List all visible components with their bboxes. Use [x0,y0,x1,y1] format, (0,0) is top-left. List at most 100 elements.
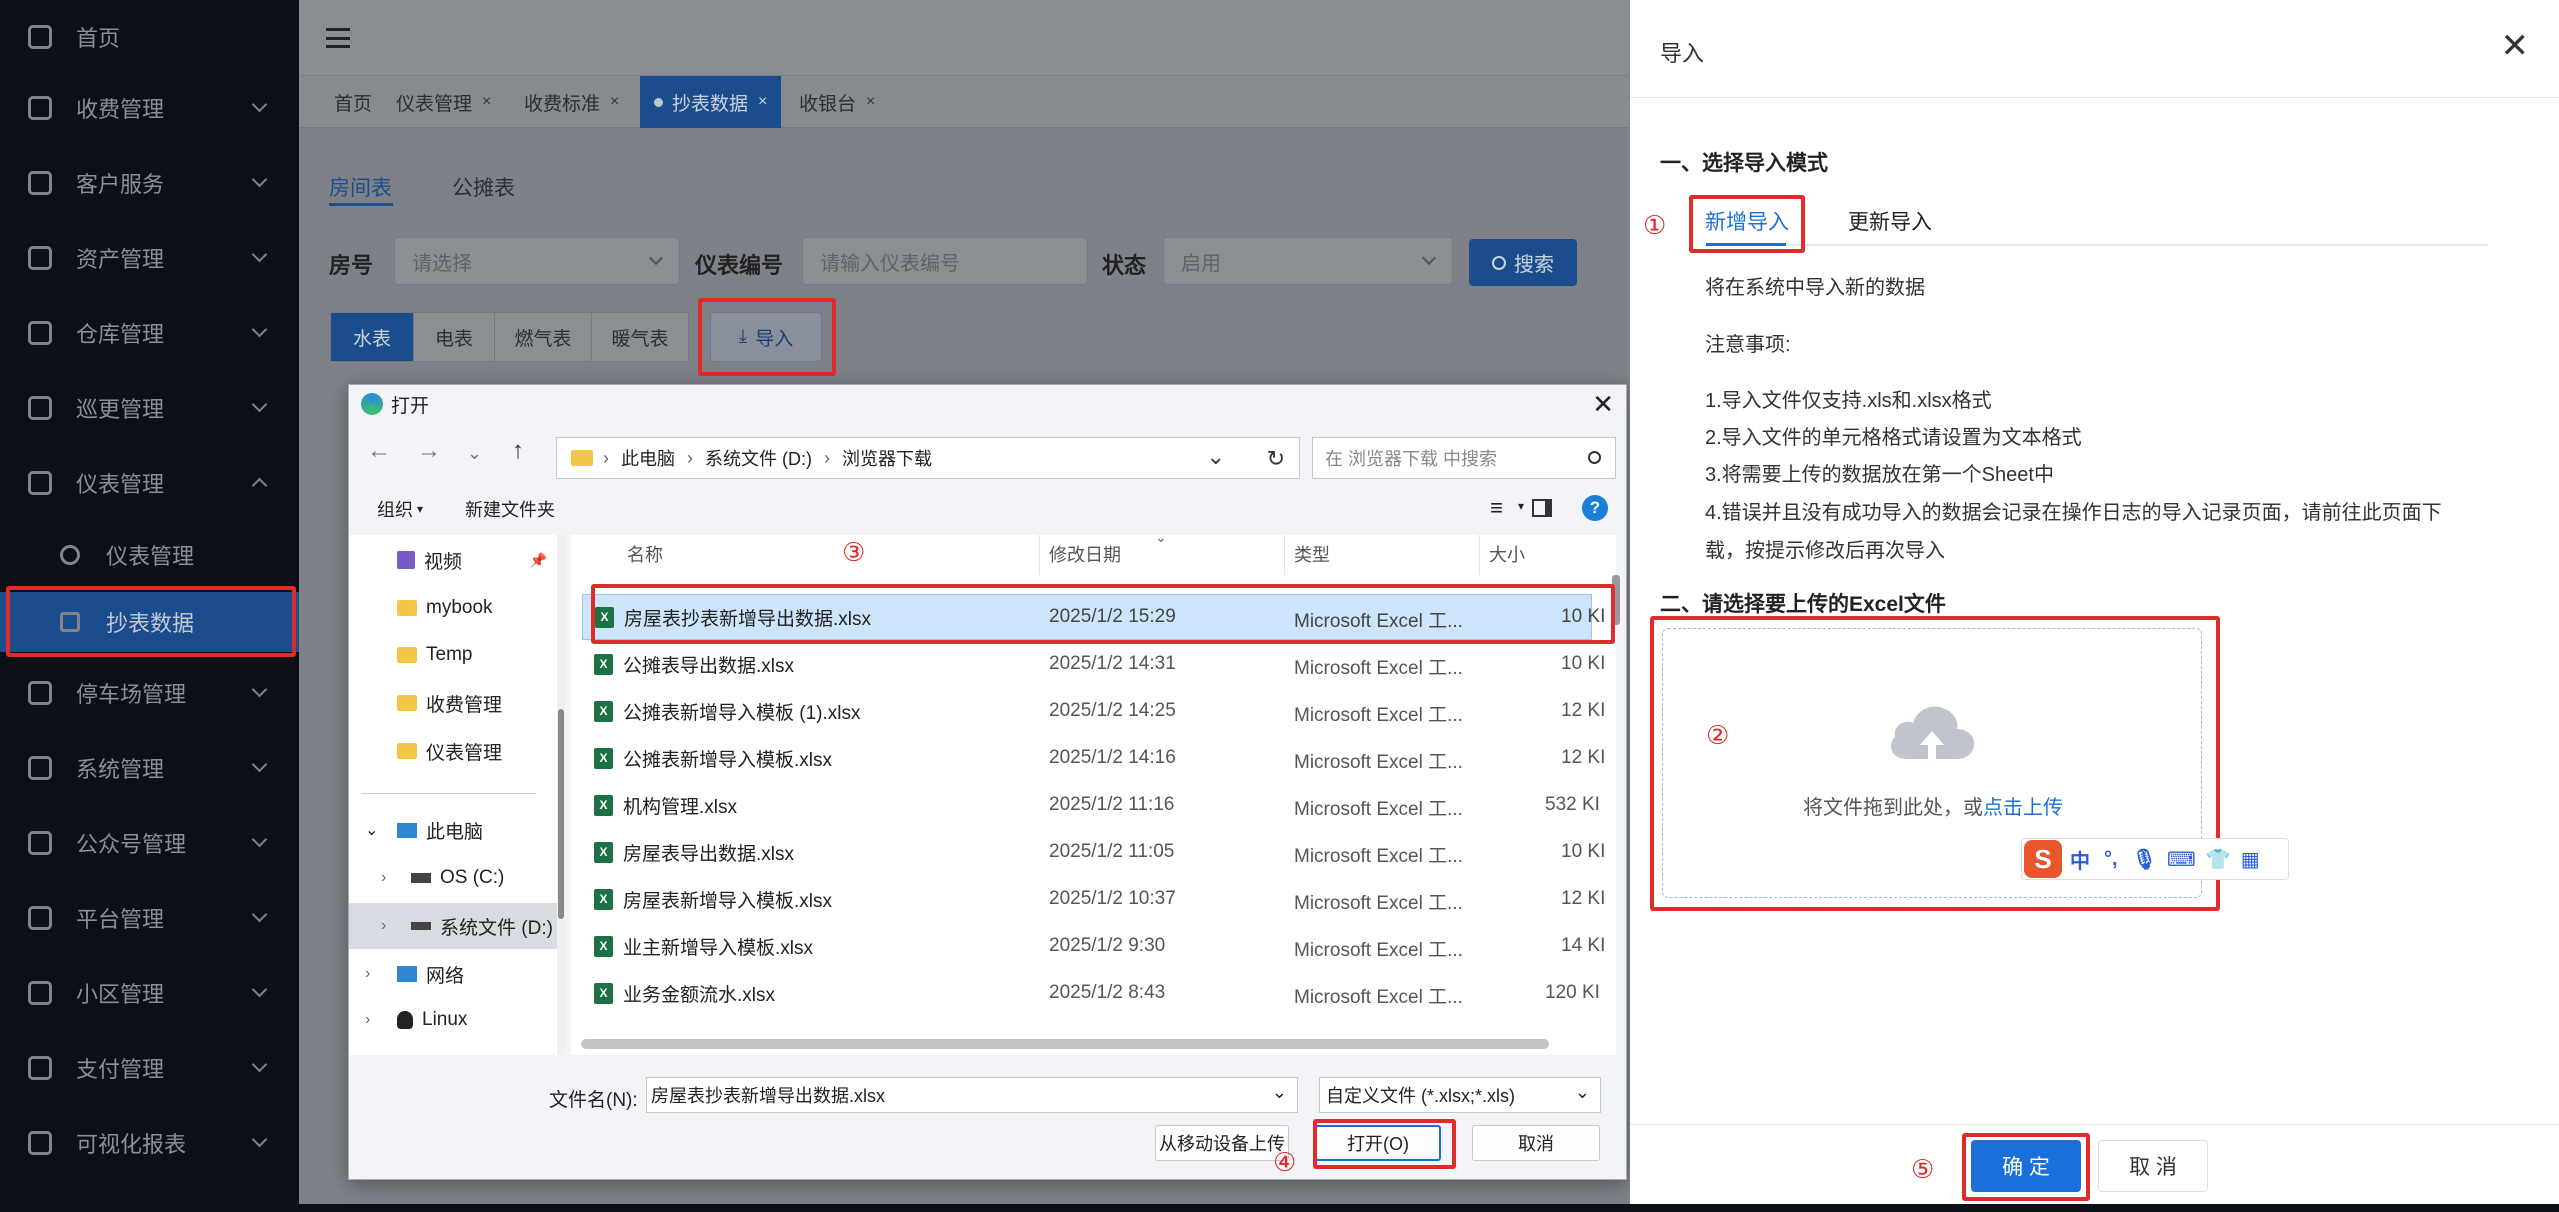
drawer-cancel-button[interactable]: 取 消 [2098,1140,2208,1192]
skin-shirt-icon[interactable]: 👕 [2206,847,2231,872]
caret-down-icon[interactable]: ▾ [1518,499,1524,513]
microphone-icon[interactable]: 🎙 [2132,847,2157,872]
chevron-down-icon: ⌄ [365,822,379,839]
file-date: 2025/1/2 10:37 [1049,888,1176,909]
breadcrumb-this-pc[interactable]: 此电脑 [621,445,675,471]
ime-punctuation-toggle[interactable]: °, [2104,848,2118,871]
meter-tab-electric[interactable]: 电表 [413,312,495,362]
keyboard-icon[interactable]: ⌨ [2167,847,2196,872]
column-header-date[interactable]: 修改日期 [1049,541,1121,567]
column-header-type[interactable]: 类型 [1294,541,1330,567]
sidebar-item-assets[interactable]: 资产管理 [0,233,299,283]
sidebar-item-warehouse[interactable]: 仓库管理 [0,308,299,358]
nav-label: Linux [422,1009,468,1030]
meter-tab-water[interactable]: 水表 [330,312,414,362]
filename-input[interactable]: 房屋表抄表新增导出数据.xlsx ⌄ [646,1077,1298,1113]
chevron-down-icon[interactable]: ⌄ [1272,1082,1287,1103]
sidebar-item-platform[interactable]: 平台管理 [0,893,299,943]
meter-tab-heating[interactable]: 暖气表 [591,312,689,362]
room-select[interactable]: 请选择 [394,237,680,285]
new-folder-button[interactable]: 新建文件夹 [465,496,555,522]
close-icon[interactable]: × [866,93,875,111]
close-icon[interactable]: × [482,93,491,111]
filetype-select[interactable]: 自定义文件 (*.xlsx;*.xls) ⌄ [1319,1077,1601,1113]
nav-scrollbar-thumb[interactable] [558,709,564,919]
sidebar-item-system[interactable]: 系统管理 [0,743,299,793]
view-list-icon[interactable]: ≡ [1490,495,1503,521]
meter-no-input[interactable]: 请输入仪表编号 [802,237,1088,285]
ime-chinese-toggle[interactable]: 中 [2070,845,2090,874]
subtab-room-meter[interactable]: 房间表 [329,172,392,202]
sidebar-item-customer-service[interactable]: 客户服务 [0,158,299,208]
sidebar-item-parking[interactable]: 停车场管理 [0,668,299,718]
sidebar-item-community[interactable]: 小区管理 [0,968,299,1018]
column-header-name[interactable]: 名称 [627,541,663,567]
file-type: Microsoft Excel 工... [1294,799,1463,820]
search-icon [1588,451,1601,464]
sidebar-subitem-meter-management[interactable]: 仪表管理 [0,525,299,585]
mobile-upload-button[interactable]: 从移动设备上传 [1155,1125,1289,1161]
dialog-cancel-button[interactable]: 取消 [1472,1125,1600,1161]
organize-button[interactable]: 组织 [377,496,413,522]
sidebar-item-label: 仪表管理 [76,472,165,497]
chevron-down-icon[interactable]: ⌄ [467,443,482,464]
preview-pane-icon[interactable] [1532,499,1552,517]
filename-label: 文件名(N): [549,1090,638,1111]
nav-item-temp[interactable]: Temp [349,632,557,678]
search-button[interactable]: 搜索 [1469,239,1577,286]
sidebar-item-payment[interactable]: 支付管理 [0,1043,299,1093]
sogou-logo-icon[interactable]: S [2024,840,2062,878]
tab-meter-data[interactable]: 抄表数据 × [640,76,782,128]
sidebar-item-patrol[interactable]: 巡更管理 [0,383,299,433]
subtab-shared-meter[interactable]: 公摊表 [452,172,515,202]
close-icon[interactable]: × [758,93,767,111]
excel-file-icon: X [594,653,613,675]
address-bar[interactable]: › 此电脑 › 系统文件 (D:) › 浏览器下载 ⌄ ↻ [556,437,1300,479]
back-arrow-icon[interactable]: ← [367,437,391,465]
nav-label: 仪表管理 [426,742,503,764]
breadcrumb-downloads[interactable]: 浏览器下载 [842,445,932,471]
room-placeholder: 请选择 [412,252,472,275]
nav-item-linux[interactable]: › Linux [349,997,557,1043]
nav-item-drive-c[interactable]: › OS (C:) [349,855,557,901]
column-header-size[interactable]: 大小 [1489,541,1525,567]
billing-icon [28,96,52,120]
up-arrow-icon[interactable]: ↑ [512,437,524,465]
status-select[interactable]: 启用 [1163,237,1453,285]
refresh-icon[interactable]: ↻ [1267,446,1285,472]
nav-item-videos[interactable]: 视频 📌 [349,537,557,583]
help-icon[interactable]: ? [1582,495,1608,521]
chevron-down-icon[interactable]: ⌄ [1207,444,1225,470]
sidebar-item-home[interactable]: 首页 [0,12,299,62]
folder-search-input[interactable]: 在 浏览器下载 中搜索 [1312,437,1616,479]
close-icon[interactable]: ✕ [2501,26,2530,66]
sidebar-item-wechat[interactable]: 公众号管理 [0,818,299,868]
nav-label: 收费管理 [426,694,503,716]
nav-item-drive-d[interactable]: › 系统文件 (D:) [349,903,557,949]
toolbox-grid-icon[interactable]: ▦ [2241,847,2260,872]
sidebar-item-reports[interactable]: 可视化报表 [0,1118,299,1168]
tab-meter-management[interactable]: 仪表管理 × [396,76,491,128]
tab-fee-standard[interactable]: 收费标准 × [524,76,619,128]
tab-cashier[interactable]: 收银台 × [799,76,875,128]
forward-arrow-icon[interactable]: → [417,437,441,465]
chevron-right-icon: › [365,1011,371,1028]
close-icon[interactable]: × [610,93,619,111]
hamburger-icon[interactable] [326,28,350,48]
nav-item-this-pc[interactable]: ⌄ 此电脑 [349,807,557,853]
nav-scrollbar[interactable] [557,535,565,1055]
mode-tab-update[interactable]: 更新导入 [1848,206,1932,236]
close-icon[interactable]: ✕ [1592,389,1614,420]
nav-item-meter-folder[interactable]: 仪表管理 [349,728,557,774]
nav-item-billing-folder[interactable]: 收费管理 [349,680,557,726]
sidebar-item-billing[interactable]: 收费管理 [0,83,299,133]
horizontal-scrollbar[interactable] [581,1039,1549,1049]
sidebar-item-meters[interactable]: 仪表管理 [0,458,299,508]
excel-file-icon: X [594,982,613,1004]
breadcrumb-drive-d[interactable]: 系统文件 (D:) [705,445,812,471]
nav-item-network[interactable]: › 网络 [349,951,557,997]
nav-item-mybook[interactable]: mybook [349,585,557,631]
tab-home[interactable]: 首页 [334,76,372,128]
meter-tab-gas[interactable]: 燃气表 [494,312,592,362]
annotation-number: ① [1643,210,1667,240]
